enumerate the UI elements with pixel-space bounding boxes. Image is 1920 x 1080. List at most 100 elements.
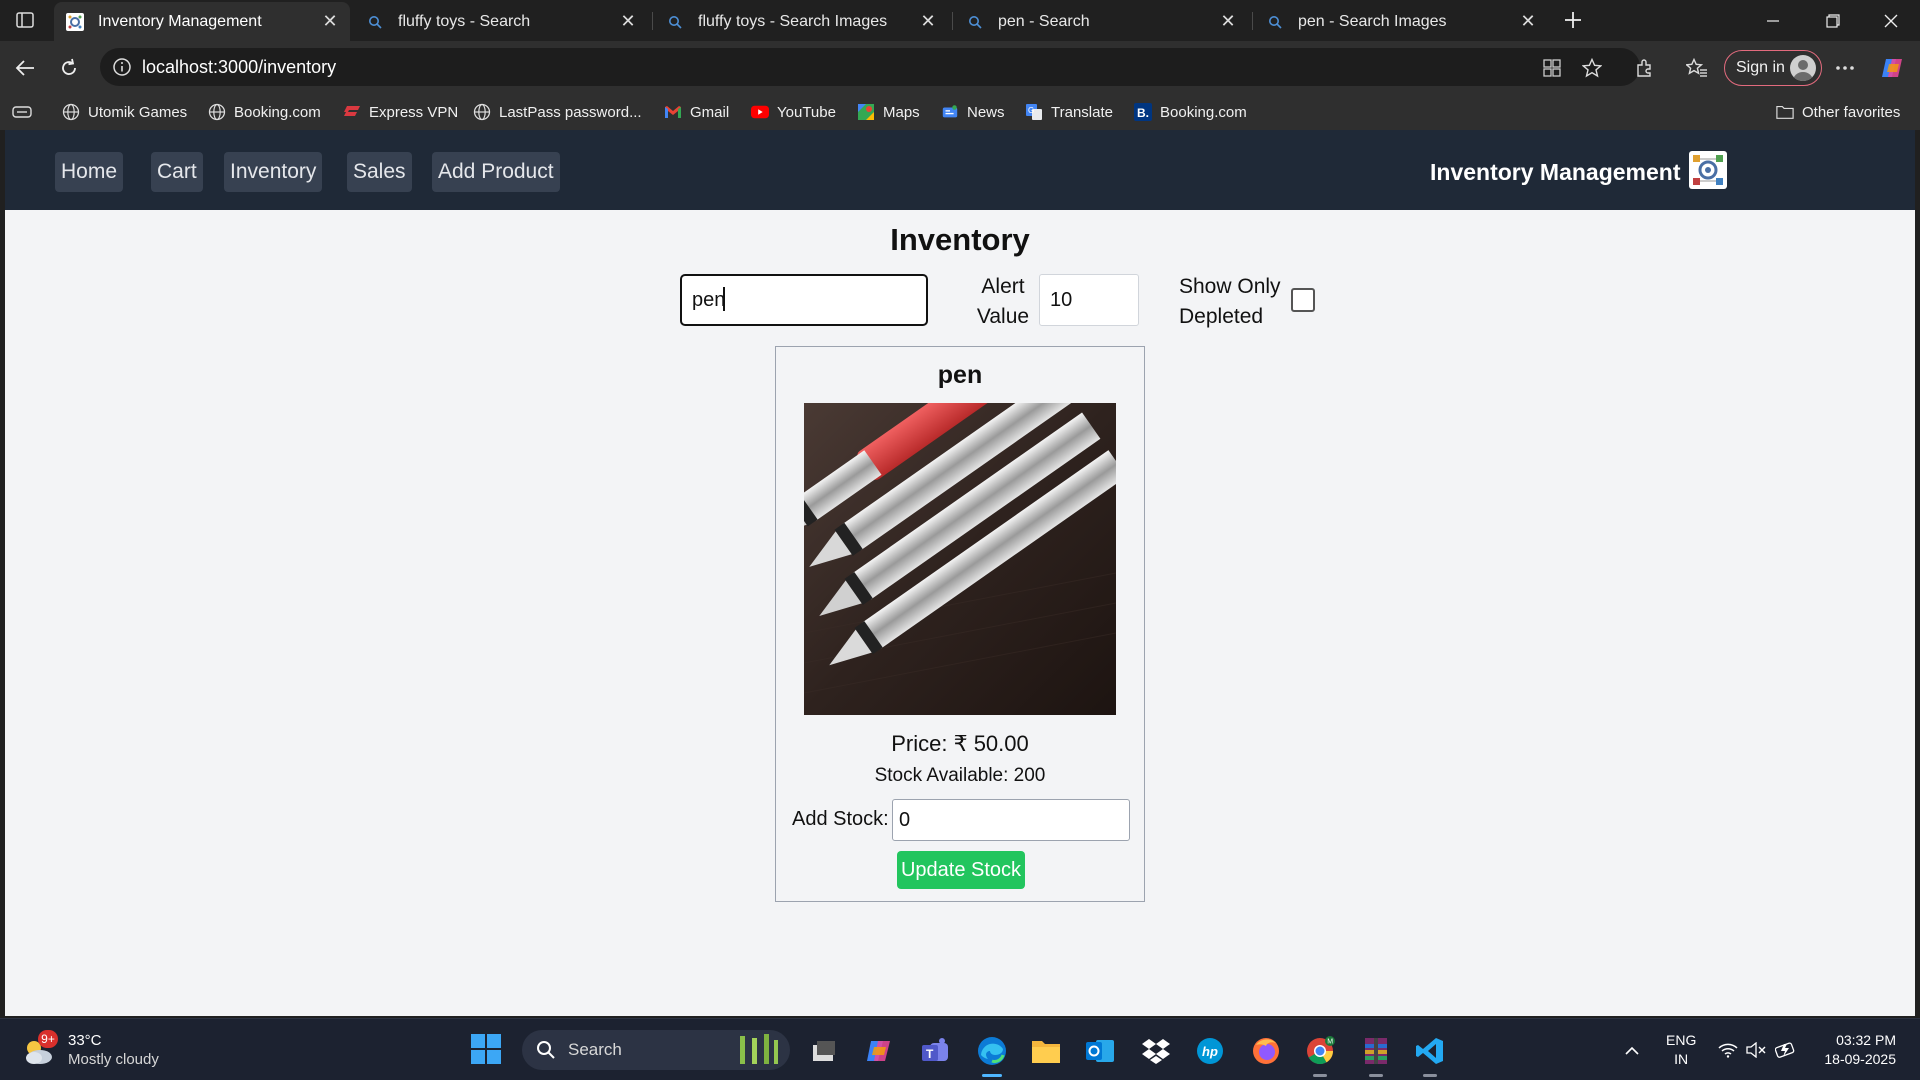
nav-inventory[interactable]: Inventory — [224, 152, 323, 192]
svg-text:hp: hp — [1202, 1044, 1218, 1059]
address-bar[interactable]: localhost:3000/inventory — [100, 48, 1640, 86]
outlook-icon[interactable] — [1080, 1031, 1120, 1071]
taskbar-search[interactable]: Search — [522, 1030, 790, 1070]
restore-icon[interactable] — [1804, 0, 1862, 41]
alert-value-input[interactable] — [1039, 274, 1139, 326]
weather-widget[interactable]: 9+ 33°C Mostly cloudy — [20, 1029, 159, 1071]
tab-fluffy-toys-search-images[interactable]: fluffy toys - Search Images ✕ — [654, 2, 948, 41]
app-brand-title: Inventory Management — [1430, 158, 1681, 185]
nav-cart[interactable]: Cart — [151, 152, 203, 192]
close-icon[interactable]: ✕ — [1518, 11, 1538, 32]
search-icon — [366, 13, 384, 31]
tab-pen-search-images[interactable]: pen - Search Images ✕ — [1254, 2, 1548, 41]
running-app-indicator — [1423, 1074, 1437, 1077]
favorite-star-icon[interactable] — [1580, 56, 1604, 80]
more-options-icon[interactable] — [1828, 51, 1862, 85]
favorite-label: News — [967, 103, 1005, 121]
firefox-icon[interactable] — [1246, 1031, 1286, 1071]
favorite-youtube[interactable]: YouTube — [751, 100, 836, 124]
alert-value-label: Alert Value — [976, 275, 1030, 328]
add-stock-label: Add Stock: — [792, 808, 889, 830]
teams-icon[interactable]: T — [916, 1031, 956, 1071]
sign-in-button[interactable]: Sign in — [1724, 50, 1822, 86]
other-favorites[interactable]: Other favorites — [1776, 100, 1900, 124]
favorite-maps[interactable]: Maps — [857, 100, 920, 124]
product-price: Price: ₹ 50.00 — [891, 731, 1029, 756]
task-view-icon[interactable] — [804, 1031, 844, 1071]
favorite-express-vpn[interactable]: Express VPN — [343, 100, 458, 124]
favorite-utomik-games[interactable]: Utomik Games — [62, 100, 187, 124]
dropbox-icon[interactable] — [1136, 1031, 1176, 1071]
search-input[interactable] — [680, 274, 928, 326]
windows-start-icon[interactable] — [470, 1033, 506, 1069]
close-window-icon[interactable] — [1862, 0, 1920, 41]
extensions-icon[interactable] — [1628, 51, 1662, 85]
other-favorites-label: Other favorites — [1802, 103, 1901, 121]
battery-charging-icon[interactable] — [1774, 1039, 1798, 1061]
running-app-indicator — [1369, 1074, 1383, 1077]
clock-time: 03:32 PM — [1836, 1032, 1896, 1048]
favorite-translate[interactable]: G Translate — [1025, 100, 1113, 124]
tab-inventory-management[interactable]: Inventory Management ✕ — [54, 2, 350, 41]
add-stock-input[interactable] — [892, 799, 1130, 841]
wifi-icon[interactable] — [1716, 1039, 1740, 1061]
hp-icon[interactable]: hp — [1190, 1031, 1230, 1071]
nav-add-product[interactable]: Add Product — [432, 152, 560, 192]
tab-fluffy-toys-search[interactable]: fluffy toys - Search ✕ — [354, 2, 648, 41]
tab-title: pen - Search — [998, 12, 1090, 30]
chrome-icon[interactable]: M — [1300, 1031, 1340, 1077]
system-clock[interactable]: 03:32 PM 18-09-2025 — [1812, 1031, 1896, 1069]
refresh-icon[interactable] — [52, 51, 86, 85]
edge-browser-icon[interactable] — [972, 1031, 1012, 1077]
favorite-news[interactable]: News — [941, 100, 1005, 124]
gmail-icon — [664, 103, 682, 121]
favorite-gmail[interactable]: Gmail — [664, 100, 729, 124]
windows-taskbar: 9+ 33°C Mostly cloudy Search T hp M ENG … — [0, 1018, 1920, 1080]
favorite-booking[interactable]: Booking.com — [208, 100, 321, 124]
svg-text:B.: B. — [1137, 106, 1149, 120]
tab-separator — [652, 12, 653, 30]
svg-text:G: G — [1028, 106, 1034, 115]
new-tab-plus-icon[interactable] — [1558, 6, 1588, 34]
favorites-icon[interactable] — [1680, 51, 1714, 85]
favorite-label: Maps — [883, 103, 920, 121]
tab-actions-icon[interactable] — [10, 8, 40, 32]
input-language[interactable]: ENG IN — [1666, 1031, 1696, 1069]
close-icon[interactable]: ✕ — [1218, 11, 1238, 32]
product-stock: Stock Available: 200 — [874, 765, 1046, 786]
copilot-app-icon[interactable] — [860, 1031, 900, 1071]
speaker-muted-icon[interactable] — [1744, 1039, 1768, 1061]
minimize-icon[interactable] — [1744, 0, 1802, 41]
close-icon[interactable]: ✕ — [918, 11, 938, 32]
tab-separator — [1252, 12, 1253, 30]
app-navbar: Home Cart Inventory Sales Add Product In… — [5, 130, 1915, 210]
favorite-booking-2[interactable]: B. Booking.com — [1134, 100, 1247, 124]
svg-text:T: T — [926, 1047, 934, 1061]
tab-title: pen - Search Images — [1298, 12, 1447, 30]
globe-icon — [208, 103, 226, 121]
youtube-icon — [751, 103, 769, 121]
vscode-icon[interactable] — [1410, 1031, 1450, 1077]
copilot-icon[interactable] — [1876, 51, 1910, 85]
nav-home[interactable]: Home — [55, 152, 124, 192]
back-arrow-icon[interactable] — [8, 51, 42, 85]
app-available-icon[interactable] — [1540, 56, 1564, 80]
favorite-label: YouTube — [777, 103, 836, 121]
tab-pen-search[interactable]: pen - Search ✕ — [954, 2, 1248, 41]
product-name: pen — [937, 361, 983, 389]
favorites-menu-icon[interactable] — [12, 100, 32, 124]
close-icon[interactable]: ✕ — [320, 11, 340, 32]
show-only-depleted-checkbox[interactable] — [1291, 288, 1315, 312]
winrar-icon[interactable] — [1356, 1031, 1396, 1077]
news-icon — [941, 103, 959, 121]
language-region: IN — [1674, 1051, 1689, 1067]
site-info-icon[interactable] — [112, 57, 132, 77]
favorite-lastpass[interactable]: LastPass password... — [473, 100, 642, 124]
update-stock-button[interactable]: Update Stock — [897, 851, 1025, 889]
chevron-up-icon[interactable] — [1620, 1039, 1644, 1061]
file-explorer-icon[interactable] — [1026, 1031, 1066, 1071]
close-icon[interactable]: ✕ — [618, 11, 638, 32]
nav-sales[interactable]: Sales — [347, 152, 412, 192]
svg-text:M: M — [1327, 1039, 1333, 1046]
tab-title: Inventory Management — [98, 12, 262, 30]
